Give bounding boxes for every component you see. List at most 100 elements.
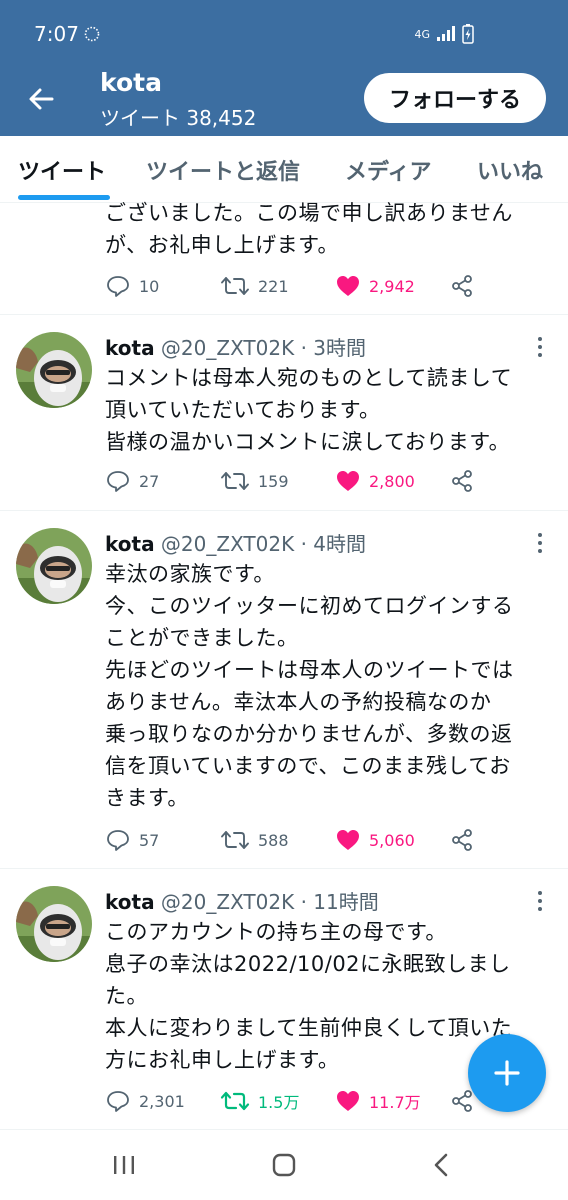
like-button[interactable]: 2,942 [335,274,415,298]
retweet-count: 221 [258,276,289,296]
recent-apps-button[interactable] [104,1148,144,1182]
like-count: 2,942 [369,276,415,296]
more-vertical-icon [538,533,542,553]
tweet-text-line: 幸汰の家族です。 [105,562,275,586]
tweet-text-line: 方にお礼申し上げます。 [105,1048,340,1072]
tweet-actions: 57 588 5,060 [105,828,568,858]
tweet-text-line: ことができました。 [105,626,299,650]
retweet-icon [220,1091,250,1111]
author-handle[interactable]: @20_ZXT02K [161,532,294,556]
tweet-text-line: きます。 [105,786,189,810]
heart-filled-icon [337,471,359,491]
tweet-time[interactable]: · 11時間 [301,890,379,914]
tweet-text-line: 先ほどのツイートは母本人のツイートでは [105,658,514,682]
tweet-text-line: 本人に変わりまして生前仲良くして頂いた [105,1016,513,1040]
more-options-button[interactable] [532,889,548,913]
profile-header: kota ツイート 38,452 フォローする [0,68,568,136]
tweet-text-line: このアカウントの持ち主の母です。 [105,920,447,944]
reply-button[interactable]: 57 [105,828,159,852]
tweet-text-line: た。 [105,984,148,1008]
tweet-text-line: 皆様の温かいコメントに涙しております。 [105,430,511,454]
tweet-text-line: 息子の幸汰は2022/10/02に永眠致しまし [105,952,511,976]
more-options-button[interactable] [532,335,548,359]
retweet-button[interactable]: 588 [220,828,289,852]
like-button[interactable]: 5,060 [335,828,415,852]
tab-likes[interactable]: いいね [477,154,543,186]
retweet-button[interactable]: 221 [220,274,289,298]
reply-icon [107,1091,129,1112]
share-button[interactable] [450,1089,474,1113]
compose-tweet-button[interactable] [468,1034,546,1112]
more-options-button[interactable] [532,531,548,555]
avatar[interactable] [16,528,92,604]
avatar-image [16,528,92,604]
avatar-image [16,332,92,408]
more-vertical-icon [538,891,542,911]
like-count: 5,060 [369,830,415,850]
retweet-button[interactable]: 1.5万 [220,1089,299,1113]
tweet-text: コメントは母本人宛のものとして読まして 頂いていただいております。 皆様の温かい… [105,362,512,458]
network-type: 4G [414,27,430,41]
reply-button[interactable]: 2,301 [105,1089,185,1113]
tweet-text-line: コメントは母本人宛のものとして読まして [105,366,513,390]
chevron-left-icon [434,1153,448,1177]
share-icon [452,829,472,851]
reply-button[interactable]: 10 [105,274,159,298]
follow-button[interactable]: フォローする [364,73,546,123]
tab-tweets[interactable]: ツイート [18,154,106,186]
reply-count: 27 [139,471,160,491]
author-name[interactable]: kota [105,532,155,556]
retweet-count: 159 [258,471,289,491]
share-button[interactable] [450,469,474,493]
reply-count: 2,301 [139,1091,185,1111]
avatar[interactable] [16,886,92,962]
status-time: 7:07 [34,22,79,46]
like-button[interactable]: 11.7万 [335,1089,421,1113]
retweet-count: 1.5万 [258,1093,300,1112]
reply-count: 57 [139,830,160,850]
like-count: 11.7万 [369,1093,421,1112]
avatar[interactable] [16,332,92,408]
status-bar: 7:07 4G [0,0,568,68]
signal-icon [437,26,455,41]
share-button[interactable] [450,274,474,298]
share-icon [452,470,472,492]
system-back-button[interactable] [422,1148,462,1182]
author-name[interactable]: kota [105,336,155,360]
heart-filled-icon [337,830,359,850]
reply-button[interactable]: 27 [105,469,159,493]
tweet-text-line: 今、このツイッターに初めてログインする [105,594,514,618]
author-name[interactable]: kota [105,890,155,914]
retweet-icon [221,277,249,295]
status-icons: 4G [414,24,474,44]
heart-filled-icon [337,1091,359,1111]
home-button[interactable] [264,1148,304,1182]
like-button[interactable]: 2,800 [335,469,415,493]
tweet[interactable]: kota @20_ZXT02K · 4時間 幸汰の家族です。 今、このツイッター… [0,511,568,867]
author-handle[interactable]: @20_ZXT02K [161,890,294,914]
retweet-button[interactable]: 159 [220,469,289,493]
system-nav-bar [0,1130,568,1200]
tweet-text: このアカウントの持ち主の母です。 息子の幸汰は2022/10/02に永眠致しまし… [105,916,512,1076]
avatar-image [16,886,92,962]
profile-name: kota [100,68,162,97]
tweet-header: kota @20_ZXT02K · 3時間 [105,332,366,361]
share-icon [452,1090,472,1112]
tab-media[interactable]: メディア [345,154,431,186]
reply-icon [107,276,129,297]
tweet-text-line: 信を頂いていますので、このまま残してお [105,754,511,778]
back-button[interactable] [22,80,62,120]
tab-tweets-and-replies[interactable]: ツイートと返信 [146,154,300,186]
share-button[interactable] [450,828,474,852]
tweet-time[interactable]: · 3時間 [301,336,366,360]
tweet-header: kota @20_ZXT02K · 4時間 [105,528,366,557]
author-handle[interactable]: @20_ZXT02K [161,336,294,360]
reply-icon [107,471,129,492]
tweet-text-line: 乗っ取りなのか分かりませんが、多数の返 [105,722,513,746]
reply-count: 10 [139,276,160,296]
tweet-header: kota @20_ZXT02K · 11時間 [105,886,379,915]
tweet-time[interactable]: · 4時間 [301,532,366,556]
loading-icon [84,26,100,42]
arrow-left-icon [29,88,54,110]
reply-icon [107,830,129,851]
